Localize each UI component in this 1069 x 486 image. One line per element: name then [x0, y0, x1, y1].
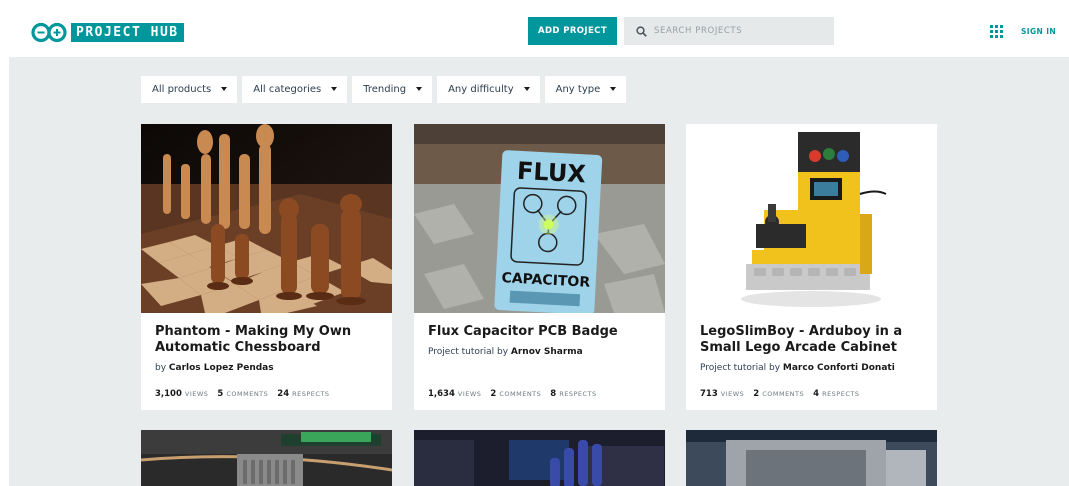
filter-label: Any difficulty [448, 84, 514, 95]
comments-count: 2 [490, 389, 497, 399]
chessboard-image [141, 124, 392, 313]
views-label: VIEWS [184, 390, 209, 398]
project-thumbnail-robot-hand [414, 430, 665, 486]
lego-arcade-image [686, 124, 937, 313]
search-bar[interactable] [624, 17, 834, 45]
respects-count: 24 [277, 389, 290, 399]
respects-count: 4 [813, 389, 820, 399]
views-label: VIEWS [457, 390, 482, 398]
filter-label: All categories [253, 84, 322, 95]
project-card-partial[interactable] [686, 430, 937, 486]
project-thumbnail-flux-capacitor[interactable]: FLUX CAPACITOR [414, 124, 665, 313]
flux-capacitor-image: FLUX CAPACITOR [414, 124, 665, 313]
filter-label: Any type [555, 84, 601, 95]
arduino-logo-icon [31, 22, 67, 43]
add-project-button[interactable]: ADD PROJECT [528, 17, 617, 45]
comments-label: COMMENTS [226, 390, 269, 398]
project-title[interactable]: Flux Capacitor PCB Badge [428, 324, 656, 340]
dropdown-caret-icon [523, 86, 530, 91]
respects-label: RESPECTS [822, 390, 860, 398]
byline-prefix: Project tutorial by [700, 363, 783, 373]
project-card[interactable]: FLUX CAPACITOR Flux Capacitor PCB Badge … [414, 124, 665, 410]
project-thumbnail-chessboard[interactable] [141, 124, 392, 313]
filter-bar: All products All categories Trending Any… [141, 76, 631, 103]
author-link[interactable]: Carlos Lopez Pendas [169, 363, 274, 373]
dropdown-caret-icon [221, 86, 228, 91]
comments-count: 2 [753, 389, 760, 399]
logo-text: PROJECT HUB [71, 23, 184, 42]
project-stats: 713 VIEWS 2 COMMENTS 4 RESPECTS [700, 389, 868, 399]
views-count: 713 [700, 389, 718, 399]
project-card-partial[interactable] [141, 430, 392, 486]
project-card[interactable]: Phantom - Making My Own Automatic Chessb… [141, 124, 392, 410]
views-label: VIEWS [720, 390, 745, 398]
project-byline: by Carlos Lopez Pendas [155, 363, 274, 373]
project-thumbnail-lego-arcade[interactable] [686, 124, 937, 313]
filter-type[interactable]: Any type [544, 76, 627, 103]
respects-label: RESPECTS [559, 390, 597, 398]
respects-label: RESPECTS [292, 390, 330, 398]
filter-difficulty[interactable]: Any difficulty [437, 76, 540, 103]
views-count: 3,100 [155, 389, 182, 399]
dropdown-caret-icon [416, 86, 423, 91]
comments-count: 5 [217, 389, 224, 399]
project-title[interactable]: Phantom - Making My Own Automatic Chessb… [155, 324, 383, 356]
comments-label: COMMENTS [499, 390, 542, 398]
project-card-partial[interactable] [414, 430, 665, 486]
filter-sort[interactable]: Trending [352, 76, 433, 103]
byline-prefix: Project tutorial by [428, 347, 511, 357]
author-link[interactable]: Marco Conforti Donati [783, 363, 895, 373]
project-hub-logo[interactable]: PROJECT HUB [31, 21, 184, 44]
main-content: All products All categories Trending Any… [9, 57, 1069, 486]
project-stats: 1,634 VIEWS 2 COMMENTS 8 RESPECTS [428, 389, 606, 399]
project-card[interactable]: LegoSlimBoy - Arduboy in a Small Lego Ar… [686, 124, 937, 410]
author-link[interactable]: Arnov Sharma [511, 347, 583, 357]
filter-label: All products [152, 84, 212, 95]
project-byline: Project tutorial by Marco Conforti Donat… [700, 363, 895, 373]
dropdown-caret-icon [610, 86, 617, 91]
respects-count: 8 [550, 389, 557, 399]
search-icon [636, 25, 647, 37]
flux-text: FLUX [516, 157, 587, 189]
project-stats: 3,100 VIEWS 5 COMMENTS 24 RESPECTS [155, 389, 339, 399]
filter-products[interactable]: All products [141, 76, 238, 103]
project-thumbnail-device [686, 430, 937, 486]
filter-label: Trending [363, 84, 407, 95]
search-input[interactable] [654, 26, 834, 36]
project-byline: Project tutorial by Arnov Sharma [428, 347, 583, 357]
comments-label: COMMENTS [762, 390, 805, 398]
sign-in-link[interactable]: SIGN IN [1021, 27, 1056, 36]
top-header: PROJECT HUB ADD PROJECT SIGN IN [0, 0, 1069, 57]
byline-prefix: by [155, 363, 169, 373]
project-thumbnail-enclosure [141, 430, 392, 486]
views-count: 1,634 [428, 389, 455, 399]
project-title[interactable]: LegoSlimBoy - Arduboy in a Small Lego Ar… [700, 324, 928, 356]
dropdown-caret-icon [331, 86, 338, 91]
filter-categories[interactable]: All categories [242, 76, 348, 103]
apps-grid-icon[interactable] [990, 25, 1003, 38]
